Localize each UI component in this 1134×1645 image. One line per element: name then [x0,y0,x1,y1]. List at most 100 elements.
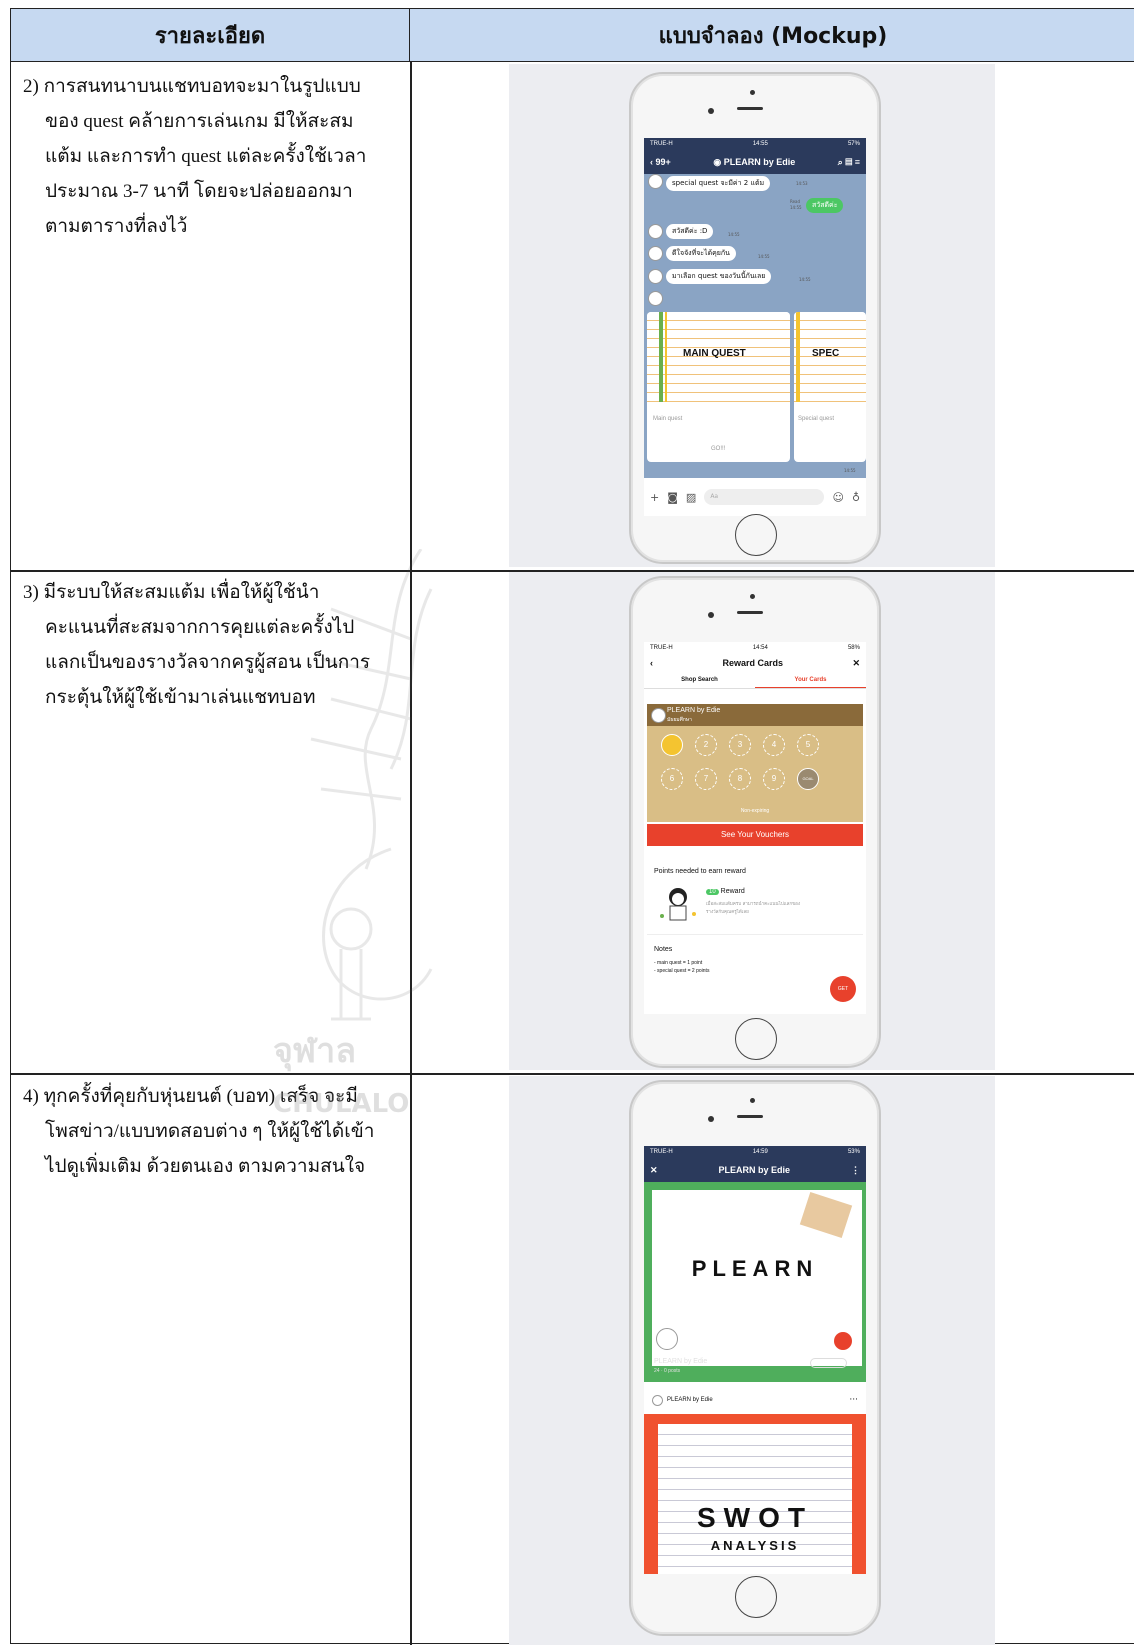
plus-icon[interactable]: + [650,491,659,504]
battery-label: 58% [847,645,860,651]
sensor-dot [750,1098,755,1103]
clock-label: 14:54 [752,645,768,651]
back-button[interactable]: ‹ 99+ [650,157,671,167]
following-button[interactable]: Following [810,1358,848,1368]
timeline-title: PLEARN by Edie [718,1165,791,1175]
profile-avatar[interactable] [656,1328,678,1350]
mic-icon[interactable]: ♁ [852,491,860,504]
stamp-slot: 6 [661,768,683,790]
stamp-card: PLEARN by Edie มัธยมศึกษา 2 3 4 5 6 7 8 9 GOAL N… [647,704,863,822]
home-button[interactable] [735,1018,777,1060]
reward-screen: TRUE-H 14:54 58% ‹ Reward Cards ✕ Shop S… [644,642,866,1014]
card-title: MAIN QUEST [683,348,746,359]
camera-dot [708,612,714,618]
speaker-slot [737,1115,763,1118]
msg-time: 14:53 [796,181,808,186]
stamp-card-banner: PLEARN by Edie มัธยมศึกษา [647,704,863,726]
close-icon[interactable]: ✕ [650,1165,658,1176]
more-icon[interactable]: ⋮ [851,1165,860,1176]
row-4-line: ไปดูเพิ่มเติม ด้วยตนเอง ตามความสนใจ [45,1156,366,1177]
notes-icon[interactable]: ▤ [845,157,852,167]
sent-bubble: สวัสดีค่ะ [806,198,844,213]
go-button[interactable]: GO!!! [711,446,725,452]
reward-nav: ‹ Reward Cards ✕ [644,654,866,672]
header-mockup: แบบจำลอง (Mockup) [410,9,1134,62]
cover-title: PLEARN [691,1256,819,1281]
stamp-slot: 4 [763,734,785,756]
row-2-line: แต้ม และการทำ quest แต่ละครั้งใช้เวลา [45,146,367,167]
timeline-topbar: TRUE-H 14:59 53% ✕ PLEARN by Edie ⋮ [644,1146,866,1182]
reward-title: Reward Cards [722,658,783,668]
image-icon[interactable]: ▨ [686,491,696,504]
post-author[interactable]: PLEARN by Edie [652,1394,713,1406]
card-stripe [659,312,663,402]
expiry-label: Non-expiring [740,808,770,814]
stamp-slot: 9 [763,768,785,790]
phone-frame: TRUE-H 14:59 53% ✕ PLEARN by Edie ⋮ PLEA… [629,1080,881,1636]
back-icon[interactable]: ‹ [650,658,653,668]
row-2-line: 2) การสนทนาบนแชทบอทจะมาในรูปแบบ [23,76,361,97]
home-button[interactable] [735,514,777,556]
mockup-1-area: TRUE-H 14:55 57% ‹ 99+ ◉ PLEARN by Edie … [509,64,995,567]
reward-desc-1: เมื่อสะสมแต้มครบ สามารถนำคะแนนไปแลกของ [706,902,801,907]
tab-your-cards[interactable]: Your Cards [755,672,866,688]
cover-stats: 24 · 0 posts [654,1368,681,1374]
row-2-description: 2) การสนทนาบนแชทบอทจะมาในรูปแบบ ของ ques… [23,69,403,244]
battery-label: 57% [847,141,860,147]
post-more-icon[interactable]: ··· [849,1395,858,1405]
home-button[interactable] [735,1576,777,1618]
reward-desc-2: รางวัลกับคุณครูได้เลย [706,910,749,915]
timeline-nav: ✕ PLEARN by Edie ⋮ [644,1158,866,1182]
post-image[interactable]: SWOT ANALYSIS [644,1414,866,1574]
tab-shop-search[interactable]: Shop Search [644,672,755,688]
cover-apple-art [834,1332,852,1350]
cover-name: PLEARN by Edie [654,1358,708,1365]
qr-code-button[interactable]: GET [830,976,856,1002]
status-bar: TRUE-H 14:54 58% [644,642,866,654]
camera-icon[interactable]: ◙ [667,491,678,504]
search-icon[interactable]: ⌕ [838,157,843,167]
special-quest-card[interactable]: SPEC Special quest [794,312,866,462]
document-table: รายละเอียด แบบจำลอง (Mockup) 2) การสนทนา… [10,8,1134,1645]
camera-dot [708,1116,714,1122]
emoji-icon[interactable]: ☺ [832,491,843,504]
carrier-label: TRUE-H [650,645,673,651]
timeline-screen: TRUE-H 14:59 53% ✕ PLEARN by Edie ⋮ PLEA… [644,1146,866,1574]
reward-illustration [656,886,700,922]
sensor-dot [750,90,755,95]
clock-label: 14:55 [752,141,768,147]
status-bar: TRUE-H 14:59 53% [644,1146,866,1158]
card-title: SPEC [812,348,840,359]
phone-frame: TRUE-H 14:54 58% ‹ Reward Cards ✕ Shop S… [629,576,881,1068]
watermark-thai-text: จุฬาล [273,1031,357,1071]
reward-count-badge: 10 [706,889,719,895]
row-2-line: ตามตารางที่ลงไว้ [45,216,188,237]
card-subtitle: Special quest [798,416,835,422]
bot-avatar[interactable] [648,224,663,239]
speaker-slot [737,107,763,110]
main-quest-card[interactable]: MAIN QUEST Main quest GO!!! [647,312,790,462]
mockup-2-area: TRUE-H 14:54 58% ‹ Reward Cards ✕ Shop S… [509,572,995,1070]
row-2-line: ของ quest คล้ายการเล่นเกม มีให้สะสม [45,111,354,132]
stamp-goal: GOAL [797,768,819,790]
bot-avatar[interactable] [648,246,663,261]
bot-avatar[interactable] [648,291,663,306]
points-title: Points needed to earn reward [654,868,746,875]
see-vouchers-button[interactable]: See Your Vouchers [647,824,863,846]
menu-icon[interactable]: ≡ [855,157,860,167]
message-input[interactable]: Aa [704,489,825,505]
back-count: 99+ [655,157,671,167]
close-icon[interactable]: ✕ [852,658,860,669]
phone-frame: TRUE-H 14:55 57% ‹ 99+ ◉ PLEARN by Edie … [629,72,881,564]
row-4-line: โพสข่าว/แบบทดสอบต่าง ๆ ให้ผู้ใช้ได้เข้า [45,1121,375,1142]
chat-bubble: สวัสดีค่ะ :D [666,224,714,239]
msg-time: 14:55 [799,277,811,282]
post-subtitle: ANALYSIS [710,1538,800,1553]
reward-line: 10 Reward [706,888,745,895]
carrier-label: TRUE-H [650,1149,673,1155]
bot-avatar[interactable] [648,174,663,189]
divider [647,934,863,935]
bot-avatar[interactable] [648,269,663,284]
stamp-slot: 7 [695,768,717,790]
stamp-slot: 5 [797,734,819,756]
